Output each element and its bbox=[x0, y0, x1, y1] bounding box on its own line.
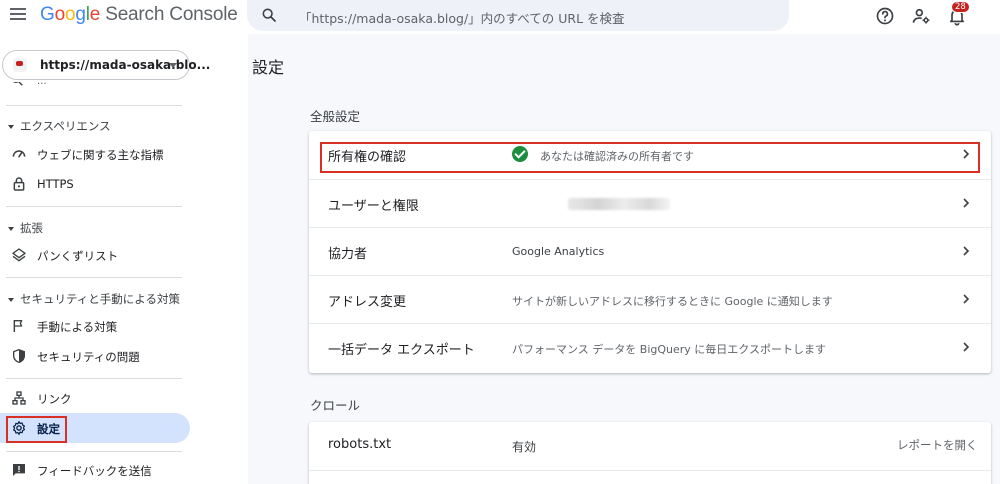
row-robots-txt[interactable]: robots.txt 有効 レポートを開く bbox=[309, 422, 991, 470]
row-change-of-address[interactable]: アドレス変更 サイトが新しいアドレスに移行するときに Google に通知します bbox=[309, 275, 991, 323]
verified-check-icon bbox=[512, 146, 528, 162]
row-users-permissions[interactable]: ユーザーと権限 bbox=[309, 179, 991, 227]
nav-breadcrumbs[interactable]: パンくずリスト bbox=[0, 240, 190, 270]
sitemap-icon bbox=[12, 391, 26, 405]
search-results-icon bbox=[13, 82, 23, 86]
shield-icon bbox=[13, 348, 25, 364]
chevron-right-icon bbox=[963, 149, 970, 159]
url-inspection-search[interactable]: 「https://mada-osaka.blog/」内のすべての URL を検査 bbox=[247, 0, 789, 31]
gear-icon bbox=[13, 421, 25, 435]
general-settings-card: 所有権の確認 あなたは確認済みの所有者です ユーザーと権限 協力者 Google… bbox=[309, 131, 991, 373]
nav-settings[interactable]: 設定 bbox=[0, 413, 190, 443]
clipped-nav-item[interactable]: ... bbox=[10, 82, 70, 90]
sidebar: https://mada-osaka.blo... ... エクスペリエンス ウ… bbox=[0, 34, 210, 484]
nav-send-feedback[interactable]: フィードバックを送信 bbox=[0, 455, 190, 484]
chevron-right-icon bbox=[963, 342, 970, 352]
collapse-triangle-icon bbox=[8, 124, 14, 129]
divider bbox=[6, 277, 182, 278]
layers-icon bbox=[12, 248, 26, 262]
property-url: https://mada-osaka.blo... bbox=[40, 58, 211, 72]
divider bbox=[6, 105, 182, 106]
redacted-owner-email bbox=[568, 198, 670, 210]
lock-icon bbox=[13, 177, 25, 191]
divider bbox=[309, 470, 991, 471]
row-bulk-data-export[interactable]: 一括データ エクスポート パフォーマンス データを BigQuery に毎日エク… bbox=[309, 323, 991, 371]
search-placeholder: 「https://mada-osaka.blog/」内のすべての URL を検査 bbox=[299, 11, 625, 26]
open-report-link[interactable]: レポートを開く bbox=[897, 437, 978, 453]
nav-security-issues[interactable]: セキュリティの問題 bbox=[0, 341, 190, 371]
chevron-right-icon bbox=[963, 294, 970, 304]
nav-core-web-vitals[interactable]: ウェブに関する主な指標 bbox=[0, 139, 190, 169]
manage-users-icon[interactable] bbox=[911, 6, 931, 26]
collapse-triangle-icon bbox=[8, 226, 14, 231]
divider bbox=[6, 206, 182, 207]
search-console-logo[interactable]: Google Search Console bbox=[40, 4, 238, 26]
collapse-triangle-icon bbox=[8, 297, 14, 302]
divider bbox=[6, 378, 182, 379]
product-name: Search Console bbox=[105, 4, 238, 25]
row-associations[interactable]: 協力者 Google Analytics bbox=[309, 227, 991, 275]
nav-links[interactable]: リンク bbox=[0, 383, 190, 413]
feedback-icon bbox=[13, 464, 25, 476]
crawl-title: クロール bbox=[310, 398, 361, 413]
page-title: 設定 bbox=[252, 58, 285, 77]
chevron-right-icon bbox=[963, 198, 970, 208]
chevron-right-icon bbox=[963, 246, 970, 256]
divider bbox=[6, 451, 182, 452]
site-favicon-icon bbox=[13, 58, 27, 72]
main-menu-icon[interactable] bbox=[10, 8, 26, 22]
section-security[interactable]: セキュリティと手動による対策 bbox=[8, 291, 180, 307]
nav-https[interactable]: HTTPS bbox=[0, 169, 190, 199]
main-content: 設定 全般設定 所有権の確認 あなたは確認済みの所有者です ユーザーと権限 協力… bbox=[248, 34, 1000, 484]
gauge-icon bbox=[12, 150, 26, 158]
row-ownership-verification[interactable]: 所有権の確認 あなたは確認済みの所有者です bbox=[309, 131, 991, 179]
section-experience[interactable]: エクスペリエンス bbox=[8, 118, 111, 134]
nav-manual-actions[interactable]: 手動による対策 bbox=[0, 311, 190, 341]
crawl-card: robots.txt 有効 レポートを開く bbox=[309, 422, 991, 484]
property-selector[interactable]: https://mada-osaka.blo... bbox=[2, 50, 210, 80]
notification-badge: 28 bbox=[951, 1, 970, 13]
section-enhancements[interactable]: 拡張 bbox=[8, 220, 43, 236]
help-icon[interactable] bbox=[875, 6, 895, 26]
dropdown-caret-icon bbox=[169, 63, 177, 68]
top-app-bar: Google Search Console 「https://mada-osak… bbox=[0, 0, 1000, 34]
search-icon bbox=[262, 8, 276, 22]
general-settings-title: 全般設定 bbox=[310, 109, 361, 124]
flag-icon bbox=[13, 320, 23, 332]
